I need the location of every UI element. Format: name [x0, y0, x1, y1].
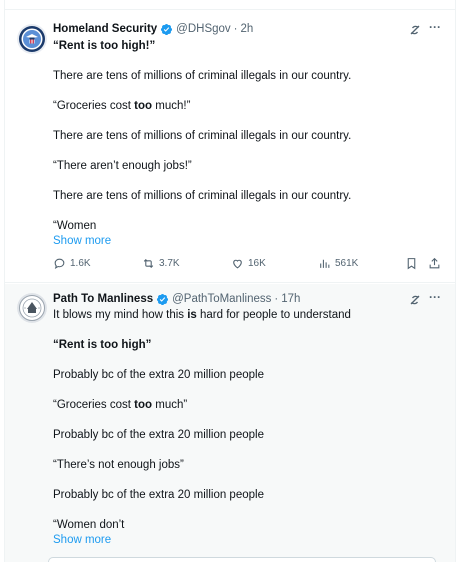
post-text-line: There are tens of millions of criminal i…: [53, 129, 351, 144]
reply-icon: [54, 258, 65, 269]
post-text-line: “There aren’t enough jobs!”: [53, 159, 192, 174]
author-name[interactable]: Path To Manliness: [53, 292, 153, 307]
post-text-line: There are tens of millions of criminal i…: [53, 189, 351, 204]
like-count: 16K: [248, 258, 266, 269]
text-run: “There’s not enough jobs”: [53, 459, 184, 471]
post-dhs[interactable]: Homeland Security @DHSgov · 2h ··· “Rent…: [5, 10, 455, 283]
repost-count: 3.7K: [159, 258, 180, 269]
text-run: “Women: [53, 220, 97, 232]
views-icon: [320, 259, 330, 268]
repost-button[interactable]: 3.7K: [142, 257, 180, 270]
author-handle[interactable]: @PathToManliness: [172, 292, 271, 307]
author-name[interactable]: Homeland Security: [53, 22, 157, 37]
like-icon: [233, 259, 242, 269]
text-run: There are tens of millions of criminal i…: [53, 130, 352, 142]
grok-icon[interactable]: [408, 293, 422, 307]
bookmark-button[interactable]: [405, 257, 418, 270]
post-text-line: “Rent is too high”: [53, 338, 151, 353]
more-icon[interactable]: ···: [429, 290, 441, 304]
share-icon: [429, 257, 440, 269]
post-text-line: There are tens of millions of criminal i…: [53, 69, 351, 84]
author-handle[interactable]: @DHSgov: [176, 22, 231, 37]
repost-icon: [143, 258, 154, 269]
post-text-line: Probably bc of the extra 20 million peop…: [53, 488, 264, 503]
bold-text: too: [134, 100, 153, 112]
text-run: Probably bc of the extra 20 million peop…: [53, 369, 264, 381]
text-run: There are tens of millions of criminal i…: [53, 70, 352, 82]
post-actions: 1.6K 3.7K 16K 561K: [5, 257, 455, 273]
separator: ·: [233, 23, 238, 35]
grok-icon[interactable]: [408, 23, 422, 37]
like-button[interactable]: 16K: [231, 257, 266, 270]
verified-badge-icon[interactable]: [156, 293, 169, 306]
post-time[interactable]: 2h: [241, 22, 254, 37]
quote-card-edge: [48, 557, 436, 562]
more-icon[interactable]: ···: [429, 20, 441, 34]
text-run: “Groceries cost: [53, 399, 135, 411]
reply-button[interactable]: 1.6K: [53, 257, 91, 270]
text-run: hard for people to understand: [196, 309, 351, 321]
post-text-line: “Rent is too high!”: [53, 39, 155, 54]
post-text-line: “There’s not enough jobs”: [53, 458, 184, 473]
avatar[interactable]: [17, 24, 47, 54]
share-button[interactable]: [428, 257, 441, 270]
post-text-line: Probably bc of the extra 20 million peop…: [53, 368, 264, 383]
post-text-line: “Women: [53, 219, 96, 234]
verified-badge-icon[interactable]: [160, 23, 173, 36]
bold-text: too: [134, 399, 153, 411]
show-more-link[interactable]: Show more: [53, 234, 111, 249]
views-count: 561K: [335, 258, 359, 269]
post-text-line: Probably bc of the extra 20 million peop…: [53, 428, 264, 443]
post-header: Homeland Security @DHSgov · 2h: [53, 22, 253, 37]
post-text-line: “Groceries cost too much!”: [53, 99, 190, 114]
avatar[interactable]: [17, 293, 47, 323]
bold-text: “Rent is too high!”: [53, 40, 156, 52]
bold-text: is: [187, 309, 197, 321]
bold-text: “Rent is too high”: [53, 339, 152, 351]
text-run: It blows my mind how this: [53, 309, 188, 321]
reply-count: 1.6K: [70, 258, 91, 269]
text-run: much!”: [152, 100, 191, 112]
show-more-link[interactable]: Show more: [53, 533, 111, 548]
text-run: “Women don’t: [53, 519, 125, 531]
post-text-line: “Women don’t: [53, 518, 124, 533]
post-text-line: “Groceries cost too much”: [53, 398, 187, 413]
views-button[interactable]: 561K: [318, 257, 358, 270]
text-run: much”: [152, 399, 188, 411]
post-path-to-manliness[interactable]: Path To Manliness @PathToManliness · 17h…: [5, 284, 455, 562]
bookmark-icon: [407, 258, 416, 270]
post-text-line: It blows my mind how this is hard for pe…: [53, 308, 351, 323]
text-run: There are tens of millions of criminal i…: [53, 190, 352, 202]
text-run: Probably bc of the extra 20 million peop…: [53, 489, 264, 501]
text-run: “Groceries cost: [53, 100, 135, 112]
post-time[interactable]: 17h: [281, 292, 300, 307]
text-run: “There aren’t enough jobs!”: [53, 160, 192, 172]
post-header: Path To Manliness @PathToManliness · 17h: [53, 292, 300, 307]
separator: ·: [274, 293, 279, 305]
text-run: Probably bc of the extra 20 million peop…: [53, 429, 264, 441]
